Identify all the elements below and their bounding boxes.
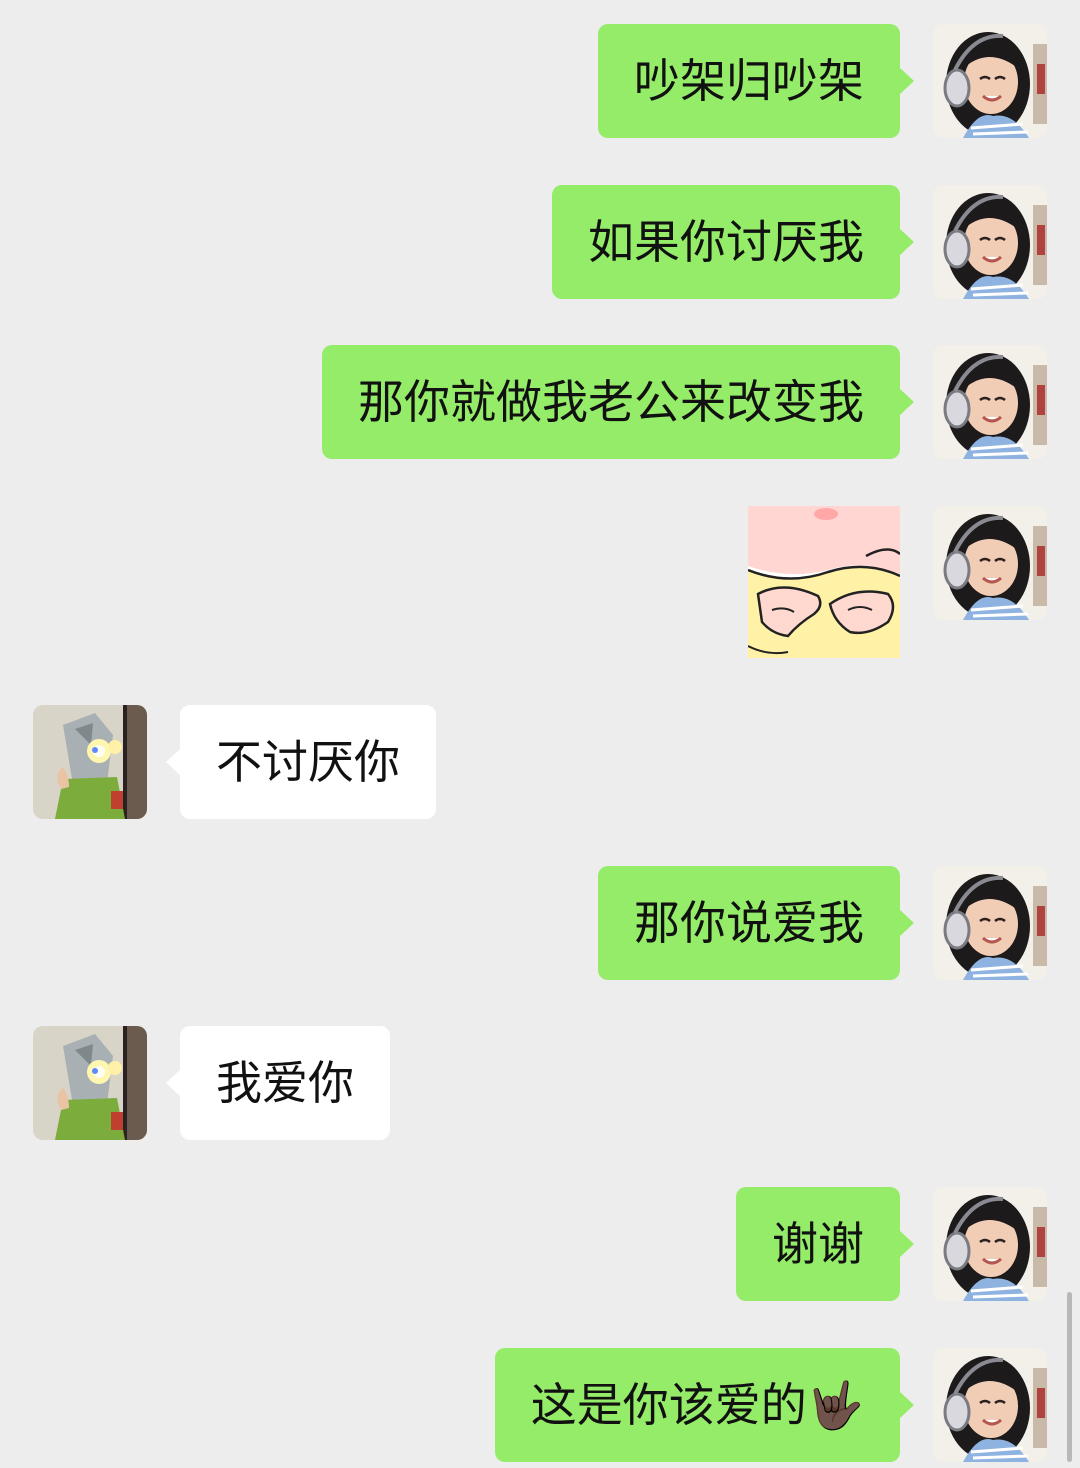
outgoing-message-bubble[interactable]: 这是你该爱的🤟🏿 xyxy=(494,1348,915,1462)
my-avatar[interactable] xyxy=(933,506,1047,620)
incoming-message-bubble[interactable]: 我爱你 xyxy=(166,1026,390,1140)
my-avatar[interactable] xyxy=(933,1348,1047,1462)
scrollbar[interactable] xyxy=(1067,1292,1072,1462)
cartoon-fingers-poking-sticker[interactable] xyxy=(748,506,900,658)
incoming-message-bubble[interactable]: 不讨厌你 xyxy=(166,705,436,819)
outgoing-message-bubble[interactable]: 那你说爱我 xyxy=(598,866,914,980)
outgoing-message-bubble[interactable]: 谢谢 xyxy=(736,1187,914,1301)
outgoing-message-bubble[interactable]: 如果你讨厌我 xyxy=(552,185,914,299)
outgoing-message-bubble[interactable]: 那你就做我老公来改变我 xyxy=(322,345,914,459)
my-avatar[interactable] xyxy=(933,24,1047,138)
contact-avatar[interactable] xyxy=(33,1026,147,1140)
my-avatar[interactable] xyxy=(933,345,1047,459)
contact-avatar[interactable] xyxy=(33,705,147,819)
my-avatar[interactable] xyxy=(933,185,1047,299)
chat-window: 吵架归吵架 如果你讨厌我 那你就做我老公来改变我 不讨厌你 那你说爱我 我爱你 … xyxy=(0,0,1080,1468)
outgoing-message-bubble[interactable]: 吵架归吵架 xyxy=(598,24,914,138)
my-avatar[interactable] xyxy=(933,866,1047,980)
my-avatar[interactable] xyxy=(933,1187,1047,1301)
